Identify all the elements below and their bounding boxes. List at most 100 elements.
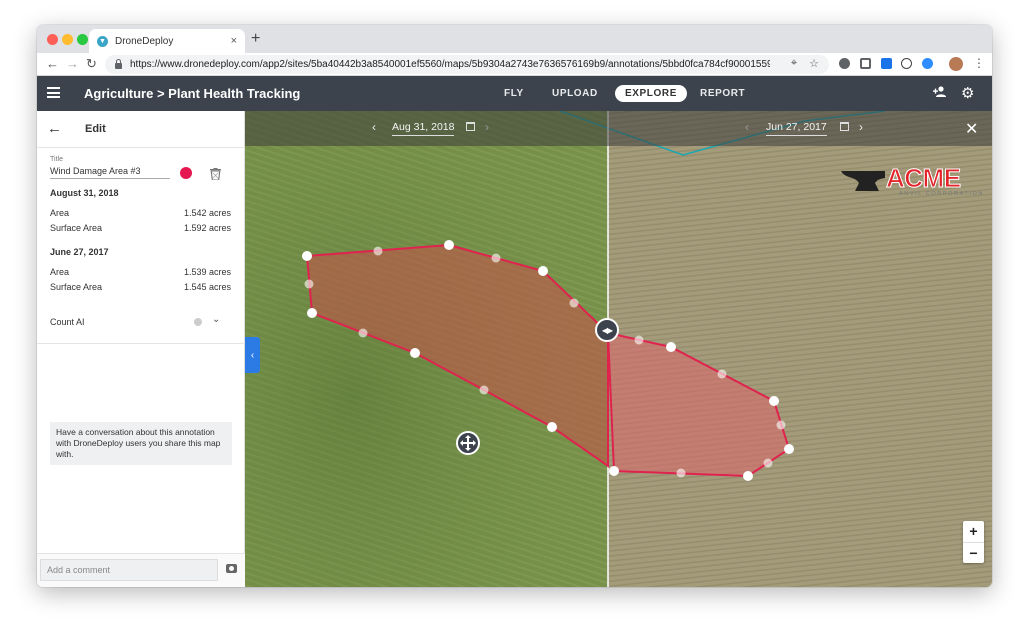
conversation-prompt: Have a conversation about this annotatio… [50,422,232,465]
section-date-2018: August 31, 2018 [50,188,119,198]
area-label: Area [50,208,70,218]
right-date-field[interactable]: Jun 27, 2017 [766,121,827,136]
surface-area-value: 1.545 acres [183,282,231,292]
new-tab-button[interactable]: + [251,30,260,48]
menu-icon[interactable] [47,87,60,98]
address-bar[interactable]: https://www.dronedeploy.com/app2/sites/5… [105,55,829,74]
vertex [538,266,548,276]
vertex [666,342,676,352]
annotation-title-input[interactable]: Wind Damage Area #3 [50,166,170,179]
midpoint [634,335,644,345]
chevron-down-icon[interactable]: ⌄ [212,314,220,325]
vertex [307,308,317,318]
zoom-extension-icon[interactable] [922,58,933,69]
comment-bar: Add a comment [37,553,245,587]
close-window-button[interactable] [47,34,58,45]
area-value: 1.539 acres [183,267,231,277]
logo-subtitle: ANVIL CORPORATION [899,191,984,197]
count-ai-label: Count AI [50,317,85,327]
nav-fly[interactable]: FLY [504,88,524,99]
annotation-color-picker[interactable] [180,167,192,179]
back-arrow-icon[interactable]: ← [47,120,62,137]
divider [37,343,245,344]
bookmark-star-icon[interactable]: ☆ [809,57,819,70]
info-extension-icon[interactable] [901,58,912,69]
vertex [444,240,454,250]
video-extension-icon[interactable] [881,58,892,69]
vertex [302,251,312,261]
vertex [784,444,794,454]
surface-area-label: Surface Area [50,282,103,292]
tab-title: DroneDeploy [115,35,174,47]
midpoint [569,298,579,308]
left-date-field[interactable]: Aug 31, 2018 [392,121,455,136]
nav-explore[interactable]: EXPLORE [615,85,687,102]
profile-avatar[interactable] [949,57,963,71]
surface-area-label: Surface Area [50,223,103,233]
zoom-in-button[interactable]: + [963,521,984,542]
calendar-icon[interactable] [840,122,849,131]
area-value: 1.542 acres [183,208,231,218]
section-date-2017: June 27, 2017 [50,247,109,257]
minimize-window-button[interactable] [62,34,73,45]
midpoint [373,246,383,256]
vertex [743,471,753,481]
calendar-icon[interactable] [466,122,475,131]
browser-tab[interactable]: ▼ DroneDeploy × [89,29,245,53]
back-icon[interactable]: ← [46,56,59,71]
midpoint [358,328,368,338]
forward-icon[interactable]: → [66,56,79,71]
zoom-controls: + − [963,521,984,563]
comment-input[interactable]: Add a comment [40,559,218,581]
midpoint [304,279,314,289]
add-user-icon[interactable] [933,86,947,101]
midpoint [763,458,773,468]
url-text: https://www.dronedeploy.com/app2/sites/5… [130,59,770,70]
vertex [410,348,420,358]
chevron-left-icon[interactable]: ‹ [372,120,376,134]
dronedeploy-favicon-icon: ▼ [97,35,108,47]
move-icon[interactable] [456,431,480,455]
vertex [547,422,557,432]
vertex [609,466,619,476]
acme-logo: ACME ANVIL CORPORATION [841,163,982,199]
breadcrumb-title[interactable]: Agriculture > Plant Health Tracking [84,86,300,101]
browser-tab-strip: ▼ DroneDeploy × + [37,25,992,53]
chevron-left-icon[interactable]: ‹ [745,120,749,134]
location-icon[interactable]: ⌖ [791,57,797,70]
reload-icon[interactable]: ↻ [86,56,97,72]
maximize-window-button[interactable] [77,34,88,45]
annotation-sidebar: ← Edit Title Wind Damage Area #3 August … [37,111,245,587]
trash-icon[interactable] [210,167,221,181]
count-ai-status-dot [194,318,202,326]
lock-icon [115,58,122,69]
nav-report[interactable]: REPORT [700,88,745,99]
edit-title: Edit [85,123,106,135]
chevron-right-icon[interactable]: › [485,120,489,134]
gear-icon[interactable]: ⚙ [961,84,974,102]
camera-icon[interactable] [226,564,237,573]
midpoint [717,369,727,379]
nav-upload[interactable]: UPLOAD [552,88,598,99]
browser-menu-icon[interactable]: ⋮ [973,56,985,70]
title-caption: Title [50,156,63,163]
edit-header: ← Edit [37,111,245,148]
date-comparison-bar: ‹ Aug 31, 2018 › ‹ Jun 27, 2017 › ✕ [245,111,992,146]
area-label: Area [50,267,70,277]
vertex [769,396,779,406]
swipe-handle-icon[interactable]: ◀▶ [595,318,619,342]
screenshot-extension-icon[interactable] [860,58,871,69]
midpoint [491,253,501,263]
zoom-out-button[interactable]: − [963,542,984,563]
browser-toolbar: ← → ↻ https://www.dronedeploy.com/app2/s… [37,53,992,76]
midpoint [479,385,489,395]
midpoint [776,420,786,430]
extension-icon[interactable] [839,58,850,69]
collapse-sidebar-button[interactable]: ‹ [245,337,260,373]
chevron-right-icon[interactable]: › [859,120,863,134]
browser-window: ▼ DroneDeploy × + ← → ↻ https://www.dron… [37,25,992,587]
logo-word: ACME [886,163,962,194]
tab-close-icon[interactable]: × [231,35,237,47]
map-viewport[interactable]: ‹ Aug 31, 2018 › ‹ Jun 27, 2017 › ✕ ACME… [245,111,992,587]
close-icon[interactable]: ✕ [965,119,978,139]
